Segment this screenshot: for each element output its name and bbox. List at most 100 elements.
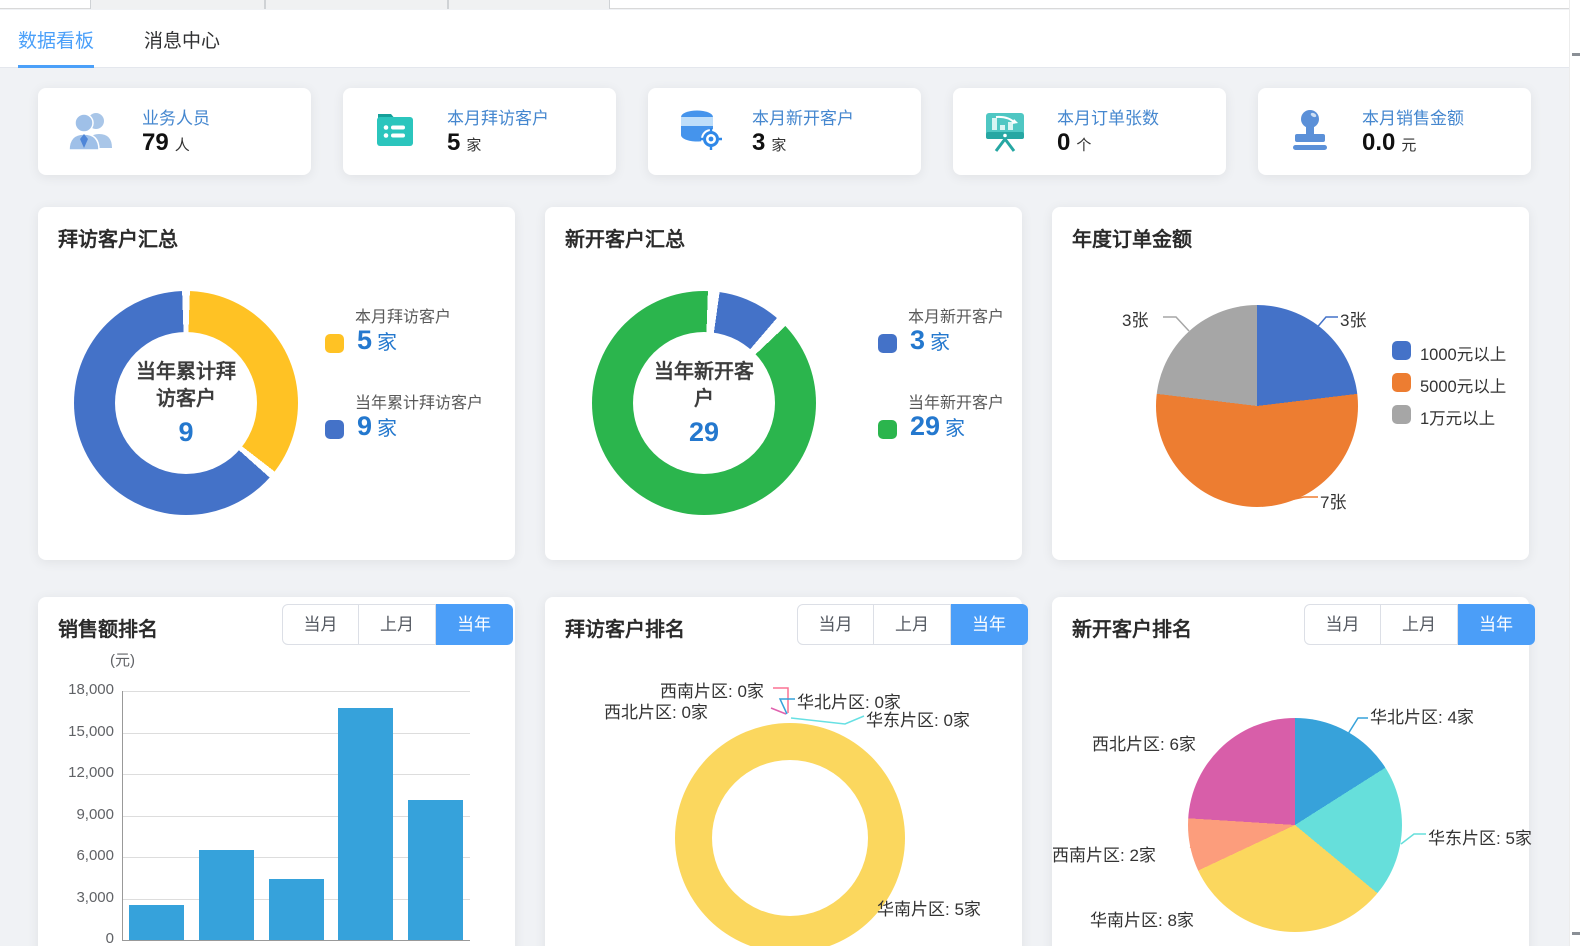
legend-value-number: 3 <box>910 325 925 355</box>
annual-order-pie <box>1156 305 1358 507</box>
legend-swatch[interactable] <box>325 334 344 353</box>
gridline <box>122 774 470 775</box>
tabstrip-segment <box>90 0 265 9</box>
sales-ranking-button-上月[interactable]: 上月 <box>359 604 436 645</box>
new-customer-summary-card: 新开客户汇总 当年新开客户29本月新开客户3家当年新开客户29家 <box>545 207 1022 560</box>
donut-chart: 当年累计拜访客户 9 <box>74 291 298 515</box>
legend-swatch[interactable] <box>325 420 344 439</box>
team-icon <box>66 106 114 154</box>
region-count-label: 西南片区: 2家 <box>1052 841 1156 866</box>
legend-value: 5家 <box>357 325 397 356</box>
tabstrip-segment <box>448 0 610 9</box>
region-count-label: 西北片区: 0家 <box>604 698 708 723</box>
legend-swatch[interactable] <box>1392 405 1411 424</box>
stat-value-row: 79 人 <box>142 129 190 157</box>
stat-card-3: 本月新开客户3家 <box>648 88 921 175</box>
legend-swatch[interactable] <box>878 420 897 439</box>
region-count-label: 华南片区: 5家 <box>877 895 981 920</box>
stat-value: 0 <box>1057 129 1070 156</box>
tab-message-center[interactable]: 消息中心 <box>144 26 220 53</box>
donut-hole <box>712 760 868 916</box>
tab-data-board[interactable]: 数据看板 <box>18 26 94 53</box>
center-value: 29 <box>689 417 719 448</box>
dashboard-viewport: 数据看板 消息中心 业务人员79人本月拜访客户5家本月新开客户3家本月订单张数0… <box>0 0 1581 946</box>
legend-swatch[interactable] <box>1392 341 1411 360</box>
region-count-label: 华东片区: 0家 <box>866 706 970 731</box>
legend-label[interactable]: 本月新开客户 <box>908 303 1004 327</box>
y-axis-tick-label: 18,000 <box>44 681 114 698</box>
annual-order-amount-card: 年度订单金额 3张7张3张1000元以上5000元以上1万元以上 <box>1052 207 1529 560</box>
center-value: 9 <box>178 417 193 448</box>
stat-unit: 个 <box>1076 137 1091 154</box>
legend-label[interactable]: 1000元以上 <box>1420 341 1506 365</box>
stat-value: 79 <box>142 129 169 156</box>
new-customer-ranking-period-buttons: 当月上月当年 <box>1304 604 1535 645</box>
visit-summary-title: 拜访客户汇总 <box>58 223 178 252</box>
annual-order-amount-title: 年度订单金额 <box>1072 223 1192 252</box>
sales-ranking-button-当月[interactable]: 当月 <box>282 604 359 645</box>
bar-sales-1 <box>129 905 184 940</box>
visit-ranking-button-当月[interactable]: 当月 <box>797 604 874 645</box>
y-axis-tick-label: 12,000 <box>44 764 114 781</box>
tabstrip-segment <box>265 0 448 9</box>
slice-count-label: 3张 <box>1340 306 1366 331</box>
legend-swatch[interactable] <box>878 334 897 353</box>
new-customer-ranking-title: 新开客户排名 <box>1072 613 1192 642</box>
new-customer-ranking-card: 新开客户排名 当月上月当年华北片区: 4家华东片区: 5家华南片区: 8家西南片… <box>1052 597 1529 946</box>
y-axis-tick-label: 15,000 <box>44 723 114 740</box>
sales-ranking-period-buttons: 当月上月当年 <box>282 604 513 645</box>
stat-title: 业务人员 <box>142 104 210 129</box>
gridline <box>122 691 470 692</box>
legend-label[interactable]: 5000元以上 <box>1420 373 1506 397</box>
visit-ranking-button-当年[interactable]: 当年 <box>951 604 1028 645</box>
center-text-line: 访客户 <box>156 386 216 413</box>
stat-unit: 家 <box>466 137 481 154</box>
sales-stamp-icon <box>1286 106 1334 154</box>
y-axis-line <box>122 691 123 940</box>
legend-label[interactable]: 当年新开客户 <box>908 389 1004 413</box>
new-customer-ranking-button-上月[interactable]: 上月 <box>1381 604 1458 645</box>
order-board-icon <box>981 106 1029 154</box>
stat-card-4: 本月订单张数0个 <box>953 88 1226 175</box>
stat-card-1: 业务人员79 人 <box>38 88 311 175</box>
legend-label[interactable]: 当年累计拜访客户 <box>355 389 483 413</box>
new-customer-ranking-button-当年[interactable]: 当年 <box>1458 604 1535 645</box>
legend-value: 9家 <box>357 411 397 442</box>
visit-folder-icon <box>371 106 419 154</box>
stat-title: 本月销售金额 <box>1362 104 1464 129</box>
panel-fragment <box>1572 53 1580 56</box>
stat-title: 本月新开客户 <box>752 104 854 129</box>
legend-value-number: 5 <box>357 325 372 355</box>
sales-ranking-button-当年[interactable]: 当年 <box>436 604 513 645</box>
legend-label[interactable]: 1万元以上 <box>1420 405 1495 429</box>
y-axis-tick-label: 3,000 <box>44 889 114 906</box>
visit-ranking-button-上月[interactable]: 上月 <box>874 604 951 645</box>
stat-unit: 人 <box>175 137 190 154</box>
center-text-line: 当年累计拜 <box>136 359 236 386</box>
gridline <box>122 940 470 941</box>
y-axis-tick-label: 0 <box>44 930 114 946</box>
sales-ranking-card: 销售额排名 (元) 当月上月当年03,0006,0009,00012,00015… <box>38 597 515 946</box>
stat-value-row: 5家 <box>447 129 481 157</box>
donut-center-label: 当年累计拜访客户 9 <box>115 332 257 474</box>
stat-title: 本月订单张数 <box>1057 104 1159 129</box>
y-axis-unit-label: (元) <box>110 649 135 670</box>
visit-ranking-card: 拜访客户排名 当月上月当年西南片区: 0家西北片区: 0家华北片区: 0家华东片… <box>545 597 1022 946</box>
visit-summary-card: 拜访客户汇总 当年累计拜访客户9本月拜访客户5家当年累计拜访客户9家 <box>38 207 515 560</box>
stat-value: 0.0 <box>1362 129 1395 156</box>
legend-value-number: 9 <box>357 411 372 441</box>
slice-count-label: 7张 <box>1320 488 1346 513</box>
legend-label[interactable]: 本月拜访客户 <box>355 303 451 327</box>
legend-value-unit: 家 <box>377 418 397 440</box>
bar-sales-5 <box>408 800 463 940</box>
legend-swatch[interactable] <box>1392 373 1411 392</box>
new-customer-ranking-pie <box>1188 718 1402 932</box>
legend-value-unit: 家 <box>945 418 965 440</box>
page-tabs: 数据看板 消息中心 <box>0 10 1581 68</box>
active-tab-underline <box>18 65 94 68</box>
new-customer-ranking-button-当月[interactable]: 当月 <box>1304 604 1381 645</box>
stat-card-2: 本月拜访客户5家 <box>343 88 616 175</box>
bar-sales-4 <box>338 708 393 940</box>
visit-ranking-title: 拜访客户排名 <box>565 613 685 642</box>
new-customer-summary-title: 新开客户汇总 <box>565 223 685 252</box>
